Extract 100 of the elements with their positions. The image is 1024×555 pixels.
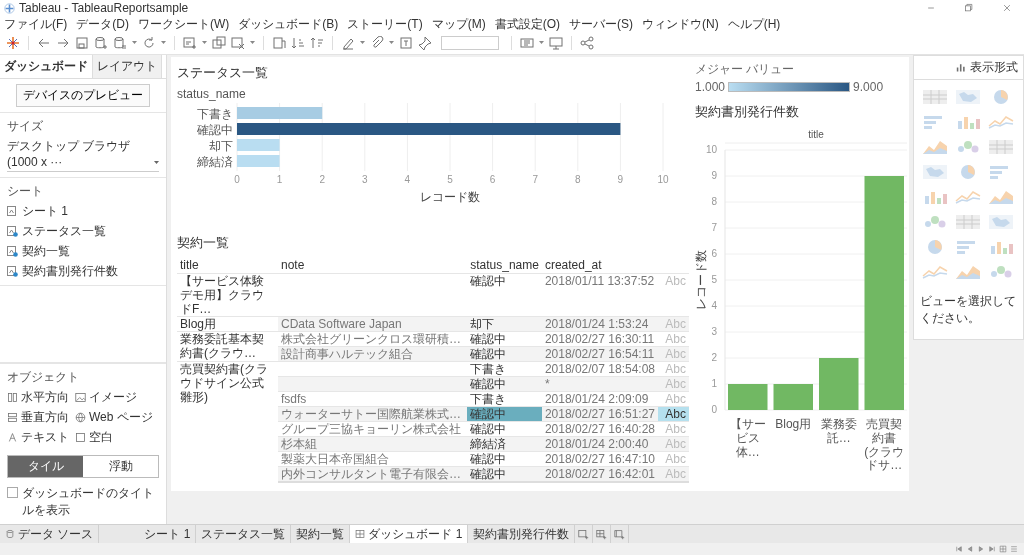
menu-item[interactable]: ワークシート(W)	[138, 15, 230, 33]
restore-icon[interactable]	[964, 3, 974, 13]
caret-icon[interactable]	[539, 41, 544, 45]
clear-sheet-icon[interactable]	[231, 36, 245, 50]
checkbox[interactable]	[7, 487, 18, 498]
panel-tab[interactable]: レイアウト	[93, 55, 162, 78]
mode-toggle[interactable]: タイル	[8, 456, 83, 477]
status-cell[interactable]: 確認中	[467, 466, 542, 482]
menu-item[interactable]: ダッシュボード(B)	[238, 15, 339, 33]
sheet-tab[interactable]: ダッシュボード 1	[350, 525, 469, 543]
sheet-item[interactable]: 契約一覧	[22, 243, 70, 260]
menu-item[interactable]: 書式設定(O)	[494, 15, 560, 33]
value-cell: Abc	[658, 346, 689, 362]
sort-ascending-icon[interactable]	[291, 36, 305, 50]
presentation-icon[interactable]	[549, 36, 563, 50]
menu-item[interactable]: サーバー(S)	[569, 15, 633, 33]
caret-icon[interactable]	[132, 41, 137, 45]
preview-button[interactable]: デバイスのプレビュー	[16, 84, 150, 107]
caret-icon[interactable]	[250, 41, 255, 45]
menu-item[interactable]: ヘルプ(H)	[727, 15, 781, 33]
menu-item[interactable]: マップ(M)	[431, 15, 486, 33]
text-icon[interactable]	[399, 36, 413, 50]
previous-page-icon[interactable]	[966, 545, 974, 553]
status-cell[interactable]: 確認中	[467, 376, 542, 392]
pen-icon[interactable]	[341, 36, 355, 50]
column-header[interactable]: status_name	[467, 257, 542, 274]
sheet-item[interactable]: 契約書別発行件数	[22, 263, 118, 280]
first-page-icon[interactable]	[955, 545, 963, 553]
menu-item[interactable]: ストーリー(T)	[347, 15, 423, 33]
paperclip-icon[interactable]	[370, 36, 384, 50]
column-header[interactable]: created_at	[541, 257, 658, 274]
new-story-icon[interactable]	[614, 528, 626, 540]
sheet-item[interactable]: ステータス一覧	[22, 223, 106, 240]
bar[interactable]	[237, 139, 280, 151]
tick-label: 7	[711, 222, 717, 233]
last-page-icon[interactable]	[988, 545, 996, 553]
dashboard-icon	[355, 529, 366, 539]
status-cell[interactable]: 確認中	[467, 346, 542, 362]
sort-descending-icon[interactable]	[310, 36, 324, 50]
next-page-icon[interactable]	[977, 545, 985, 553]
tick-label: 7	[532, 174, 538, 185]
bar[interactable]	[728, 384, 768, 410]
tick-label: 2	[711, 352, 717, 363]
object-item[interactable]: 水平方向	[21, 389, 69, 406]
category-label: 業務委託…	[819, 418, 858, 447]
close-icon[interactable]	[1002, 3, 1012, 13]
refresh-icon[interactable]	[142, 36, 156, 50]
new-sheet-icon[interactable]	[183, 36, 197, 50]
menu-item[interactable]: ウィンドウ(N)	[642, 15, 719, 33]
status-cell[interactable]: 確認中	[467, 406, 542, 422]
note-cell: CData Software Japan	[280, 317, 402, 331]
object-item[interactable]: 空白	[89, 429, 113, 446]
object-item[interactable]: Web ページ	[89, 409, 153, 426]
object-item[interactable]: 垂直方向	[21, 409, 69, 426]
panel-title[interactable]: 表示形式	[970, 59, 1018, 76]
note-cell: 設計商事ハルテック組合	[280, 347, 413, 361]
column-header[interactable]: note	[277, 257, 468, 274]
grid-view-icon[interactable]	[999, 545, 1007, 553]
tableau-logo-icon[interactable]	[6, 36, 20, 50]
back-icon[interactable]	[37, 36, 51, 50]
caret-icon[interactable]	[202, 41, 207, 45]
list-view-icon[interactable]	[1010, 545, 1018, 553]
status-cell[interactable]: 却下	[467, 316, 542, 332]
bar[interactable]	[237, 155, 280, 167]
image-icon	[75, 392, 86, 403]
category-label: 締結済	[197, 155, 233, 169]
caret-icon[interactable]	[161, 41, 166, 45]
tick-label: 3	[711, 326, 717, 337]
add-data-icon[interactable]	[94, 36, 108, 50]
caret-icon[interactable]	[154, 161, 159, 165]
duplicate-icon[interactable]	[212, 36, 226, 50]
fit-dropdown[interactable]	[441, 36, 499, 50]
database-icon	[5, 529, 15, 539]
bar[interactable]	[773, 384, 813, 410]
bar[interactable]	[819, 358, 859, 410]
menu-item[interactable]: ファイル(F)	[4, 15, 68, 33]
tick-label: 1	[276, 174, 283, 185]
menu-item[interactable]: データ(D)	[76, 15, 129, 33]
show-cards-icon[interactable]	[520, 36, 534, 50]
legend-min: 1.000	[695, 80, 726, 94]
tick-label: 5	[447, 174, 453, 185]
new-sheet-icon[interactable]	[578, 528, 590, 540]
pause-data-icon[interactable]	[113, 36, 127, 50]
object-item[interactable]: イメージ	[89, 389, 137, 406]
size-dropdown[interactable]: デスクトップ ブラウザ (1000 x ···	[7, 138, 159, 172]
tick-label: 8	[575, 174, 581, 185]
object-item[interactable]: テキスト	[21, 429, 69, 446]
caret-icon[interactable]	[389, 41, 394, 45]
save-icon[interactable]	[75, 36, 89, 50]
share-icon[interactable]	[580, 36, 594, 50]
column-header[interactable]: title	[177, 257, 278, 274]
forward-icon[interactable]	[56, 36, 70, 50]
note-cell: 株式会社グリーンクロス環研積…	[280, 332, 461, 346]
section-label: オブジェクト	[7, 369, 79, 386]
status-cell[interactable]: 締結済	[467, 436, 542, 452]
pin-icon[interactable]	[418, 36, 432, 50]
new-dashboard-icon[interactable]	[596, 528, 608, 540]
caret-icon[interactable]	[360, 41, 365, 45]
bar[interactable]	[864, 176, 904, 410]
sheet-item[interactable]: シート 1	[22, 203, 68, 220]
